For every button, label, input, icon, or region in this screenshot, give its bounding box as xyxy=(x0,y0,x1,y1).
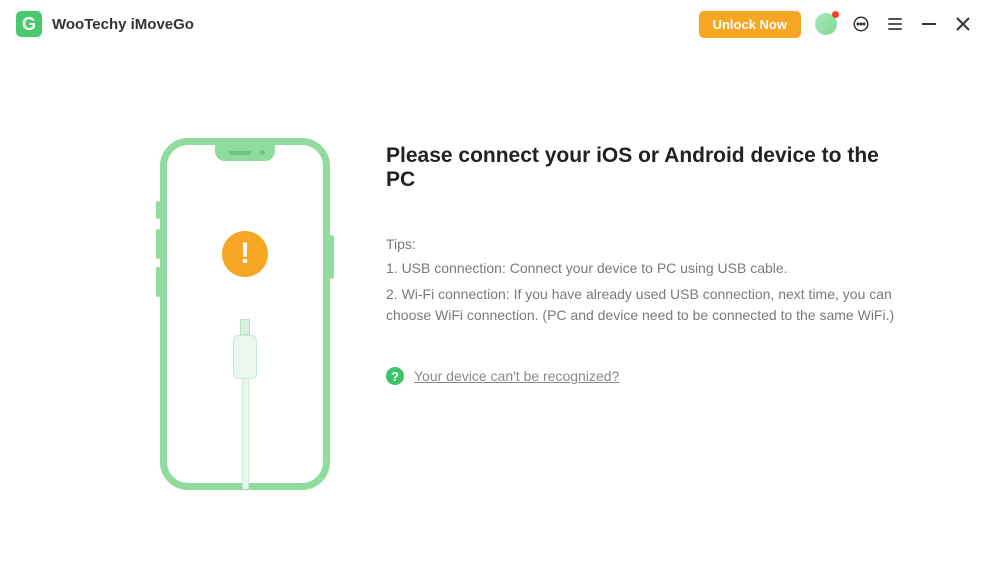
titlebar: G WooTechy iMoveGo Unlock Now xyxy=(0,0,989,48)
phone-side-button xyxy=(156,229,160,259)
tip-2: 2. Wi-Fi connection: If you have already… xyxy=(386,284,909,327)
device-not-recognized-link[interactable]: Your device can't be recognized? xyxy=(414,368,619,384)
avatar-icon[interactable] xyxy=(815,13,837,35)
phone-side-button xyxy=(329,235,334,279)
phone-side-button xyxy=(156,267,160,297)
tip-1: 1. USB connection: Connect your device t… xyxy=(386,258,909,280)
help-row: ? Your device can't be recognized? xyxy=(386,367,909,385)
tips-label: Tips: xyxy=(386,236,909,252)
app-logo-letter: G xyxy=(22,14,36,35)
unlock-button[interactable]: Unlock Now xyxy=(699,11,801,38)
help-icon: ? xyxy=(386,367,404,385)
titlebar-left: G WooTechy iMoveGo xyxy=(16,11,194,37)
page-headline: Please connect your iOS or Android devic… xyxy=(386,144,909,192)
menu-icon[interactable] xyxy=(885,14,905,34)
app-logo: G xyxy=(16,11,42,37)
phone-illustration: ! xyxy=(160,138,330,490)
usb-cable-icon xyxy=(230,319,260,489)
minimize-button[interactable] xyxy=(919,14,939,34)
phone-frame: ! xyxy=(160,138,330,490)
phone-side-button xyxy=(156,201,160,219)
help-glyph: ? xyxy=(391,369,399,384)
titlebar-right: Unlock Now xyxy=(699,11,973,38)
main-content: ! Please connect your iOS or Android dev… xyxy=(0,48,989,490)
warning-glyph: ! xyxy=(240,237,250,271)
phone-notch xyxy=(215,145,275,161)
feedback-icon[interactable] xyxy=(851,14,871,34)
app-title: WooTechy iMoveGo xyxy=(52,16,194,33)
warning-icon: ! xyxy=(222,231,268,277)
close-button[interactable] xyxy=(953,14,973,34)
instructions-panel: Please connect your iOS or Android devic… xyxy=(386,138,909,490)
